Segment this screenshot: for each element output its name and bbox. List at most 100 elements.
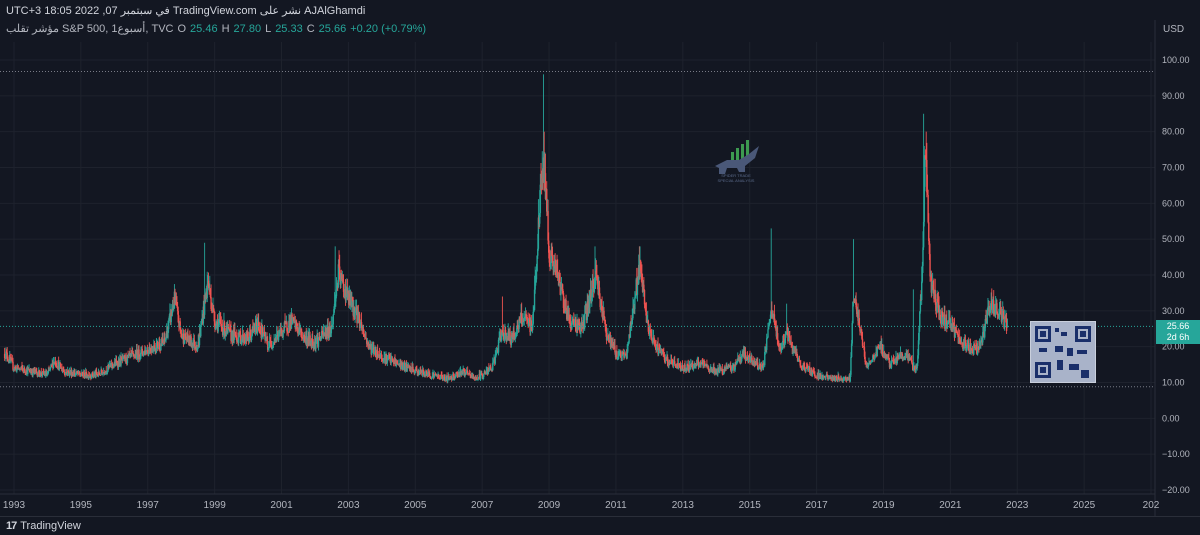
candle-body [814,374,816,377]
y-tick-label: 70.00 [1162,163,1185,173]
y-tick-label: 0.00 [1162,413,1180,423]
y-tick-label: 50.00 [1162,234,1185,244]
price-axis: 100.00 90.00 80.00 70.00 60.00 50.00 40.00 30.0… [1154,20,1190,516]
candle-body [589,290,591,308]
candle-body [603,310,605,317]
x-tick-label: 2017 [805,500,828,511]
candle-body [335,289,338,297]
last-price-value: 25.66 [1166,321,1190,332]
x-tick-label: 2023 [1006,500,1029,511]
x-tick-label: 1999 [204,500,227,511]
watermark-line2: SPECIAL ANALYSIS [717,178,755,183]
y-tick-label: −20.00 [1162,485,1190,495]
candle-body [919,299,922,312]
candle-body [697,360,700,367]
candle-body [616,351,618,358]
candle-body [982,332,984,343]
bar-countdown: 2d 6h [1166,332,1190,343]
x-tick-label: 1997 [137,500,160,511]
watermark-text: SPIDER TRADE SPECIAL ANALYSIS [716,173,756,183]
candle-body [330,325,333,334]
candle-body [425,370,428,374]
candle-body [858,318,861,327]
last-price-tag: 25.66 2d 6h [1156,320,1200,345]
candle-body [535,271,538,280]
candle-body [924,155,926,187]
candle-body [443,374,446,380]
y-tick-label: 10.00 [1162,378,1185,388]
grid-lines [0,42,1155,494]
price-candles [3,74,1009,384]
candle-body [656,346,658,351]
tradingview-mark-icon: 17 [6,520,17,532]
x-tick-label: 202 [1143,500,1160,511]
candle-body [919,311,921,328]
candle-body [904,355,907,359]
candle-body [532,311,534,324]
x-tick-label: 2021 [939,500,962,511]
candle-body [162,339,164,343]
tradingview-logo[interactable]: 17 TradingView [6,520,81,532]
candle-body [24,371,26,374]
tradingview-brand: TradingView [20,520,81,532]
candle-body [922,247,924,266]
candle-body [923,186,925,222]
candle-body [268,347,270,349]
candle-body [935,302,937,311]
y-tick-label: 60.00 [1162,198,1185,208]
candle-body [766,338,768,350]
candle-body [303,334,306,339]
candle-body [3,353,6,358]
candle-body [850,357,852,375]
candle-body [530,320,533,330]
qr-code [1030,321,1096,383]
qr-code-icon [1035,326,1091,378]
candle-body [63,372,66,374]
time-axis: 1993 1995 1997 1999 2001 2003 2005 2007 2009 2011… [0,493,1160,511]
candle-body [402,363,405,370]
x-tick-label: 2009 [538,500,561,511]
x-tick-label: 2003 [337,500,360,511]
x-tick-label: 2005 [404,500,427,511]
candle-body [782,341,784,348]
y-tick-label: 90.00 [1162,91,1185,101]
y-tick-label: −10.00 [1162,449,1190,459]
chart-canvas[interactable]: 100.00 90.00 80.00 70.00 60.00 50.00 40.00 30.0… [0,0,1200,535]
candle-body [416,370,418,372]
x-tick-label: 2001 [270,500,293,511]
x-tick-label: 1993 [3,500,26,511]
candle-body [238,337,240,343]
candle-body [483,373,485,378]
x-tick-label: 1995 [70,500,93,511]
candle-body [410,367,412,372]
candle-body [731,365,734,369]
candle-body [504,329,507,333]
x-tick-label: 2015 [739,500,762,511]
candle-body [822,376,825,380]
candle-body [429,376,432,379]
candle-body [928,222,930,241]
y-tick-label: 80.00 [1162,127,1185,137]
candle-body [560,290,562,295]
x-tick-label: 2007 [471,500,494,511]
candle-body [12,361,14,370]
y-tick-label: 100.00 [1162,55,1190,65]
candle-body [767,329,769,338]
x-tick-label: 2011 [605,500,627,511]
x-tick-label: 2013 [672,500,695,511]
candle-body [803,367,806,370]
candle-body [227,326,230,329]
footer: 17 TradingView [0,516,1200,535]
x-tick-label: 2025 [1073,500,1096,511]
candle-body [634,297,636,310]
candle-body [429,372,431,377]
y-tick-label: 40.00 [1162,270,1185,280]
candle-body [881,344,884,355]
candle-body [674,361,676,365]
candle-body [709,369,711,373]
candle-body [485,371,488,375]
candle-body [643,284,645,290]
y-tick-label: 30.00 [1162,306,1185,316]
candle-body [332,314,334,325]
candle-body [1002,310,1005,319]
